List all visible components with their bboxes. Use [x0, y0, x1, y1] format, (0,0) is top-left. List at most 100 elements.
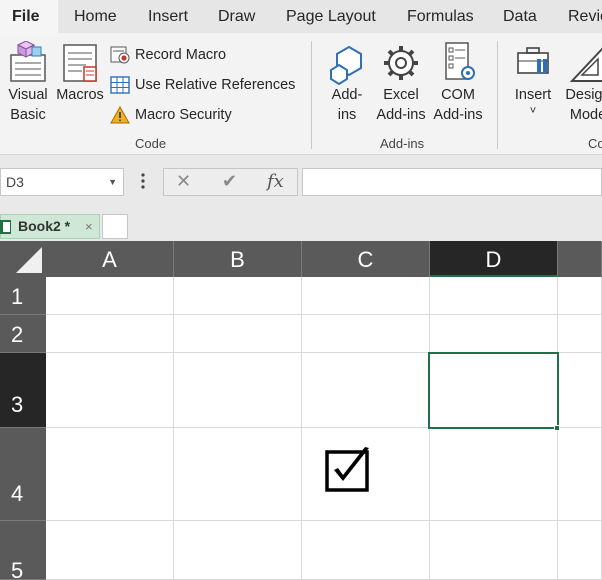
cell-c5[interactable]	[302, 521, 430, 580]
cell-d2[interactable]	[430, 315, 558, 353]
com-addins-icon	[445, 42, 475, 80]
cell-b4[interactable]	[174, 428, 302, 521]
cell-a4[interactable]	[46, 428, 174, 521]
cell-a1[interactable]	[46, 277, 174, 315]
row-header-3[interactable]: 3	[0, 353, 46, 428]
macro-security-label: Macro Security	[135, 107, 232, 123]
chevron-down-icon[interactable]: ▼	[108, 169, 117, 195]
row-header-4[interactable]: 4	[0, 428, 46, 521]
ribbon-separator	[311, 41, 312, 149]
addins-label-1: Add-	[331, 87, 363, 103]
cell-d4[interactable]	[430, 428, 558, 521]
cell-a2[interactable]	[46, 315, 174, 353]
visual-basic-button[interactable]: Visual Basic	[4, 41, 52, 125]
workbook-tab-label: Book2 *	[18, 218, 71, 234]
cell-e4[interactable]	[558, 428, 602, 521]
column-header-b[interactable]: B	[174, 241, 302, 277]
tab-insert[interactable]: Insert	[148, 0, 188, 33]
ribbon: Visual Basic Macros Record Macro Use Rel…	[0, 33, 602, 155]
record-macro-icon	[110, 46, 130, 64]
formula-input[interactable]	[302, 168, 602, 196]
visual-basic-icon	[10, 41, 46, 82]
enter-icon[interactable]: ✔	[222, 171, 237, 192]
spreadsheet-grid: A B C D 1 2 3 4 5	[0, 241, 602, 580]
insert-dropdown-arrow: ˅	[529, 105, 537, 117]
tab-data[interactable]: Data	[503, 0, 537, 33]
design-mode-icon	[569, 47, 602, 82]
fill-handle[interactable]	[554, 425, 560, 431]
name-box-value: D3	[6, 174, 24, 190]
name-box[interactable]: D3 ▼	[0, 168, 124, 196]
visual-basic-label-1: Visual	[8, 87, 48, 103]
column-header-e[interactable]	[558, 241, 602, 277]
macros-label: Macros	[56, 87, 104, 103]
design-mode-button[interactable]: Design Mode	[560, 41, 602, 125]
tab-review[interactable]: Revie	[568, 0, 602, 33]
workbook-tab-strip: Book2 * ×	[0, 211, 602, 241]
com-addins-label-1: COM	[441, 87, 475, 103]
cell-e1[interactable]	[558, 277, 602, 315]
cell-d5[interactable]	[430, 521, 558, 580]
cell-b3[interactable]	[174, 353, 302, 428]
tab-draw[interactable]: Draw	[218, 0, 255, 33]
insert-control-label: Insert	[514, 87, 552, 103]
new-workbook-tab[interactable]	[102, 214, 128, 239]
tab-page-layout[interactable]: Page Layout	[286, 0, 376, 33]
close-icon[interactable]: ×	[85, 215, 93, 238]
design-mode-label-2: Mode	[569, 107, 602, 123]
row-header-5[interactable]: 5	[0, 521, 46, 580]
excel-addins-label-1: Excel	[383, 87, 419, 103]
cell-b1[interactable]	[174, 277, 302, 315]
tab-file[interactable]: File	[0, 0, 58, 33]
cell-d3-active[interactable]	[428, 352, 559, 429]
gear-icon	[384, 46, 418, 80]
menu-bar: File Home Insert Draw Page Layout Formul…	[0, 0, 602, 33]
cell-c3[interactable]	[302, 353, 430, 428]
cancel-icon[interactable]: ✕	[176, 171, 191, 192]
record-macro-label: Record Macro	[135, 47, 227, 63]
visual-basic-label-2: Basic	[10, 107, 46, 123]
column-header-c[interactable]: C	[302, 241, 430, 277]
cell-b5[interactable]	[174, 521, 302, 580]
insert-control-button[interactable]: Insert ˅	[508, 41, 558, 117]
macros-button[interactable]: Macros	[55, 41, 105, 105]
com-addins-button[interactable]: COM Add-ins	[430, 41, 486, 125]
more-options-icon[interactable]	[140, 172, 146, 190]
design-mode-label-1: Design	[565, 87, 602, 103]
addins-group-label: Add-ins	[380, 136, 425, 151]
cell-c1[interactable]	[302, 277, 430, 315]
controls-group-label: Co	[588, 136, 602, 151]
code-group-label: Code	[135, 136, 167, 151]
select-all-triangle-icon	[16, 247, 42, 273]
cell-a5[interactable]	[46, 521, 174, 580]
excel-addins-button[interactable]: Excel Add-ins	[373, 41, 429, 125]
insert-function-button[interactable]: fx	[267, 171, 284, 192]
use-relative-references-label: Use Relative References	[135, 77, 296, 93]
ribbon-separator	[497, 41, 498, 149]
checkbox-checked-icon[interactable]	[325, 446, 373, 492]
formula-bar: D3 ▼ ✕ ✔ fx	[0, 155, 602, 211]
com-addins-label-2: Add-ins	[433, 107, 483, 123]
column-header-d[interactable]: D	[430, 241, 558, 277]
relative-references-icon	[110, 76, 130, 94]
cell-e2[interactable]	[558, 315, 602, 353]
addins-button[interactable]: Add- ins	[322, 41, 372, 125]
row-header-1[interactable]: 1	[0, 277, 46, 315]
cell-d1[interactable]	[430, 277, 558, 315]
addins-icon	[330, 45, 362, 85]
column-header-a[interactable]: A	[46, 241, 174, 277]
excel-file-icon	[0, 220, 11, 234]
cell-c2[interactable]	[302, 315, 430, 353]
addins-label-2: ins	[337, 107, 357, 123]
tab-home[interactable]: Home	[74, 0, 117, 33]
cell-e5[interactable]	[558, 521, 602, 580]
workbook-tab[interactable]: Book2 * ×	[0, 214, 100, 239]
cell-a3[interactable]	[46, 353, 174, 428]
tab-formulas[interactable]: Formulas	[407, 0, 474, 33]
select-all-corner[interactable]	[0, 241, 46, 277]
cell-e3[interactable]	[559, 353, 602, 428]
macros-icon	[63, 44, 97, 82]
cell-b2[interactable]	[174, 315, 302, 353]
toolbox-icon	[517, 47, 549, 74]
row-header-2[interactable]: 2	[0, 315, 46, 353]
